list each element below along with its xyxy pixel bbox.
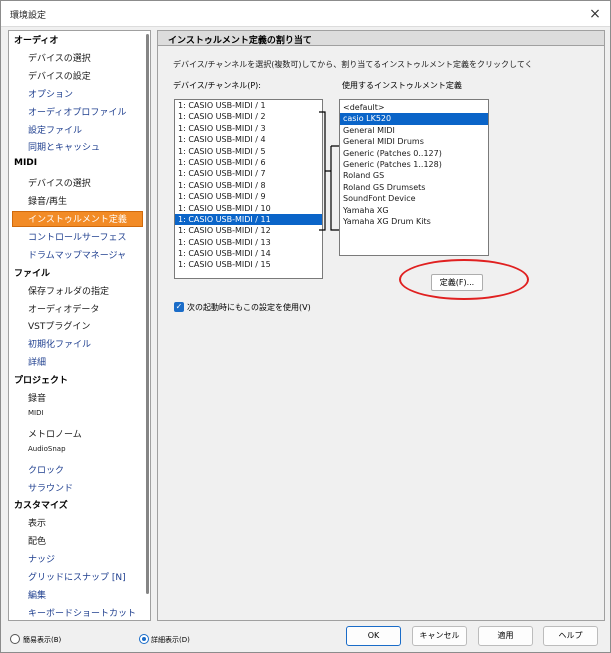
sidebar-item[interactable]: メトロノーム [28,427,82,440]
sidebar-item[interactable]: 配色 [28,534,46,547]
sidebar-item[interactable]: ナッジ [28,552,55,565]
instrument-item[interactable]: Yamaha XG Drum Kits [340,216,488,227]
sidebar-item[interactable]: デバイスの選択 [28,51,91,64]
sidebar-item[interactable]: 詳細 [28,355,46,368]
instrument-item[interactable]: Roland GS Drumsets [340,182,488,193]
sidebar-item[interactable]: サラウンド [28,481,73,494]
sidebar-category[interactable]: プロジェクト [14,373,68,386]
instrument-item[interactable]: casio LK520 [340,113,488,125]
instrument-item[interactable]: Generic (Patches 0..127) [340,148,488,159]
sidebar-category[interactable]: ファイル [14,266,50,279]
detail-view-radio[interactable] [139,634,149,644]
sidebar-item[interactable]: 録音/再生 [28,194,67,207]
cancel-button[interactable]: キャンセル [412,626,467,646]
channel-item[interactable]: 1: CASIO USB-MIDI / 9 [175,191,322,202]
sidebar-item[interactable]: グリッドにスナップ [N] [28,570,126,583]
settings-sidebar: オーディオデバイスの選択 デバイスの設定 オプションオーディオプロファイル 設定ファイ… [8,30,151,621]
section-header: インストゥルメント定義の割り当て [158,31,604,46]
sidebar-item[interactable]: コントロールサーフェス [28,230,126,243]
instrument-item[interactable]: <default> [340,102,488,113]
channel-item[interactable]: 1: CASIO USB-MIDI / 8 [175,180,322,191]
sidebar-item[interactable]: オプション [28,87,73,100]
sidebar-item[interactable]: クロック [28,463,64,476]
detail-view-label: 詳細表示(D) [151,636,190,644]
sidebar-item[interactable]: デバイスの設定 [28,69,91,82]
instrument-item[interactable]: Generic (Patches 1..128) [340,159,488,170]
channel-item[interactable]: 1: CASIO USB-MIDI / 5 [175,146,322,157]
sidebar-item[interactable]: デバイスの選択 [28,176,91,189]
simple-view-label: 簡易表示(B) [23,636,62,644]
instrument-item[interactable]: SoundFont Device [340,193,488,204]
device-channel-list[interactable]: 1: CASIO USB-MIDI / 1 1: CASIO USB-MIDI /… [174,99,323,279]
sidebar-scrollbar[interactable] [146,34,149,594]
channel-item[interactable]: 1: CASIO USB-MIDI / 2 [175,111,322,122]
sidebar-item[interactable]: 表示 [28,516,46,529]
close-icon: × [589,6,601,22]
sidebar-item[interactable]: 保存フォルダの指定 [28,284,109,297]
sidebar-item[interactable]: オーディオプロファイル [28,105,126,118]
device-channel-label: デバイス/チャンネル(P): [173,81,261,90]
channel-item[interactable]: 1: CASIO USB-MIDI / 14 [175,248,322,259]
sidebar-category[interactable]: カスタマイズ [14,498,68,511]
instrument-label: 使用するインストゥルメント定義 [342,81,462,90]
preferences-window: 環境設定 × オーディオデバイスの選択 デバイスの設定 オプションオーディオプロファ… [0,0,611,653]
sidebar-category[interactable]: オーディオ [14,33,58,46]
channel-item[interactable]: 1: CASIO USB-MIDI / 10 [175,203,322,214]
ok-button[interactable]: OK [346,626,401,646]
sidebar-category[interactable]: MIDI [14,158,37,168]
define-button[interactable]: 定義(F)... [431,274,483,291]
window-title: 環境設定 [10,11,47,21]
sidebar-item[interactable]: VSTプラグイン [28,319,90,332]
channel-item[interactable]: 1: CASIO USB-MIDI / 1 [175,100,322,111]
instruction-text: デバイス/チャンネルを選択(複数可)してから、割り当てるインストゥルメント定義を… [173,60,533,69]
sidebar-item[interactable]: キーボードショートカット [28,606,136,619]
help-button[interactable]: ヘルプ [543,626,598,646]
apply-button[interactable]: 適用 [478,626,533,646]
channel-item[interactable]: 1: CASIO USB-MIDI / 6 [175,157,322,168]
use-on-startup-checkbox[interactable]: ✓ [174,302,184,312]
instrument-item[interactable]: General MIDI [340,125,488,136]
settings-panel: インストゥルメント定義の割り当て デバイス/チャンネルを選択(複数可)してから、… [157,30,605,621]
sidebar-item[interactable]: 初期化ファイル [28,337,91,350]
instrument-item[interactable]: General MIDI Drums [340,136,488,147]
channel-item[interactable]: 1: CASIO USB-MIDI / 12 [175,225,322,236]
sidebar-item[interactable]: 設定ファイル [28,123,82,136]
use-on-startup-label: 次の起動時にもこの設定を使用(V) [187,303,311,312]
sidebar-item[interactable]: AudioSnap [28,445,66,453]
check-icon: ✓ [175,302,183,311]
channel-item[interactable]: 1: CASIO USB-MIDI / 3 [175,123,322,134]
sidebar-item[interactable]: インストゥルメント定義 [12,211,143,227]
channel-item[interactable]: 1: CASIO USB-MIDI / 4 [175,134,322,145]
simple-view-radio[interactable] [10,634,20,644]
close-button[interactable]: × [584,4,606,24]
channel-item[interactable]: 1: CASIO USB-MIDI / 13 [175,237,322,248]
instrument-item[interactable]: Roland GS [340,170,488,181]
channel-item[interactable]: 1: CASIO USB-MIDI / 11 [175,213,322,226]
sidebar-item[interactable]: 同期とキャッシュ [28,140,100,153]
instrument-item[interactable]: Yamaha XG [340,205,488,216]
section-title: インストゥルメント定義の割り当て [168,36,312,46]
sidebar-item[interactable]: MIDI [28,409,44,417]
sidebar-item[interactable]: 録音 [28,391,46,404]
title-bar: 環境設定 × [1,1,610,27]
instrument-definition-list[interactable]: <default> casio LK520 General MIDI General … [339,99,489,256]
channel-item[interactable]: 1: CASIO USB-MIDI / 15 [175,259,322,270]
channel-item[interactable]: 1: CASIO USB-MIDI / 7 [175,168,322,179]
sidebar-item[interactable]: ドラムマップマネージャ [28,248,126,261]
sidebar-item[interactable]: オーディオデータ [28,302,99,315]
sidebar-item[interactable]: 編集 [28,588,46,601]
